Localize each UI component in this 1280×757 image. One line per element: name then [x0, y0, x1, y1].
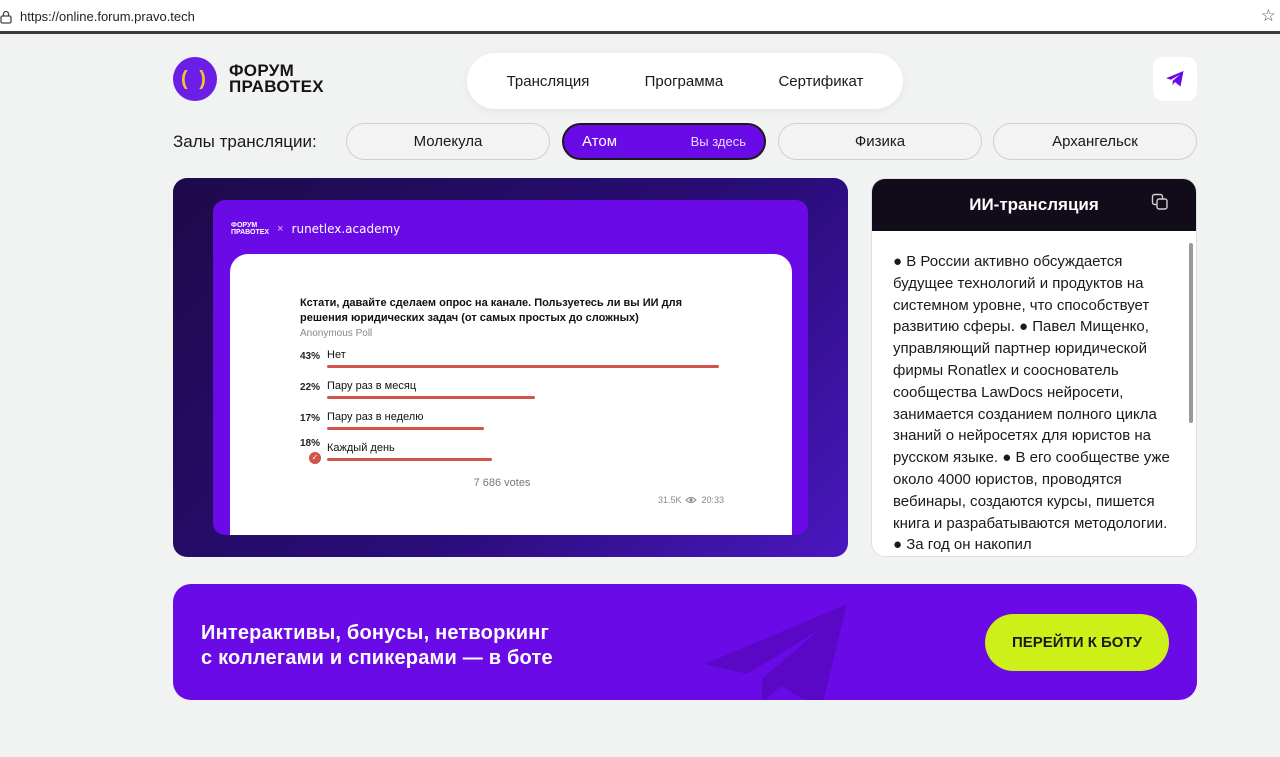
poll-option-bar: [327, 396, 535, 399]
hall-tab-label: Физика: [854, 133, 906, 150]
poll-option: 18% Каждый день ✓: [300, 438, 724, 469]
nav-item-program[interactable]: Программа: [645, 73, 724, 90]
hall-tab-label: Атом: [582, 133, 618, 150]
poll-votes: 7 686 votes: [473, 477, 531, 489]
poll-option-label: Каждый день: [327, 442, 395, 454]
poll-option-percent: 22%: [300, 382, 321, 393]
video-player[interactable]: ФОРУМ ПРАВОТЕХ × runetlex.academy Кстати…: [173, 178, 848, 557]
ai-transcript-text: ● В России активно обсуждается будущее т…: [893, 253, 1170, 554]
halls-label: Залы трансляции:: [173, 132, 317, 151]
main-nav: Трансляция Программа Сертификат: [467, 53, 903, 109]
slide-separator: ×: [277, 223, 284, 235]
poll-option-bar: [327, 427, 484, 430]
hall-tab-atom[interactable]: Атом Вы здесь: [562, 123, 766, 160]
poll-option-percent: 17%: [300, 413, 321, 424]
hall-tab-molecule[interactable]: Молекула: [346, 123, 550, 160]
poll: Кстати, давайте сделаем опрос на канале.…: [300, 296, 724, 505]
slide-logo-line2: ПРАВОТЕХ: [231, 229, 270, 236]
poll-meta: 31.5K 20:33: [658, 495, 724, 505]
ai-transcript-panel: ИИ-трансляция ● В России активно обсужда…: [871, 178, 1197, 557]
address-url[interactable]: https://online.forum.pravo.tech: [20, 9, 195, 24]
slide-header: ФОРУМ ПРАВОТЕХ × runetlex.academy: [231, 222, 400, 236]
poll-option-label: Пару раз в неделю: [327, 411, 424, 423]
poll-option: 17% Пару раз в неделю: [300, 407, 724, 438]
logo-line2: ПРАВОТЕХ: [229, 77, 324, 96]
nav-item-broadcast[interactable]: Трансляция: [507, 73, 590, 90]
poll-screenshot: Кстати, давайте сделаем опрос на канале.…: [230, 254, 792, 535]
hall-tab-physics[interactable]: Физика: [778, 123, 982, 160]
bookmark-star-icon[interactable]: ☆: [1261, 6, 1276, 26]
poll-option-label: Нет: [327, 349, 346, 361]
telegram-button[interactable]: [1153, 57, 1197, 101]
poll-option: 22% Пару раз в месяц: [300, 376, 724, 407]
slide-forum-logo: ФОРУМ ПРАВОТЕХ: [231, 222, 269, 236]
banner-line2: с коллегами и спикерами — в боте: [201, 647, 553, 669]
browser-address-bar: https://online.forum.pravo.tech ☆: [0, 0, 1280, 34]
poll-option-percent: 18%: [300, 438, 321, 449]
poll-option: 43% Нет: [300, 345, 724, 376]
poll-choice-check-icon: ✓: [309, 452, 321, 464]
logo-mark: ( ): [173, 57, 217, 101]
bot-promo-banner: Интерактивы, бонусы, нетворкинг с коллег…: [173, 584, 1197, 700]
logo-wordmark: ФОРУМ ПРАВОТЕХ: [229, 62, 324, 96]
poll-option-percent: 43%: [300, 351, 321, 362]
poll-options: 43% Нет 22% Пару раз в месяц 17% Пару раз в н…: [300, 345, 724, 469]
poll-question: Кстати, давайте сделаем опрос на канале.…: [300, 297, 683, 324]
poll-type: Anonymous Poll: [300, 328, 373, 339]
site-info-icon[interactable]: [0, 10, 12, 24]
telegram-plane-decoration-icon: [705, 604, 847, 700]
hall-tab-label: Молекула: [413, 133, 483, 150]
ai-transcript-title: ИИ-трансляция: [969, 195, 1099, 214]
eye-icon: [685, 497, 698, 503]
slide-logo-line1: ФОРУМ: [231, 222, 258, 229]
copy-icon[interactable]: [1150, 192, 1170, 212]
ai-transcript-header: ИИ-трансляция: [872, 179, 1196, 231]
poll-option-label: Пару раз в месяц: [327, 380, 417, 392]
telegram-icon: [1166, 71, 1184, 87]
hall-tab-arkhangelsk[interactable]: Архангельск: [993, 123, 1197, 160]
poll-time: 20:33: [701, 495, 724, 505]
poll-option-bar: [327, 458, 492, 461]
go-to-bot-button[interactable]: ПЕРЕЙТИ К БОТУ: [985, 614, 1169, 671]
banner-line1: Интерактивы, бонусы, нетворкинг: [201, 622, 550, 644]
nav-item-certificate[interactable]: Сертификат: [778, 73, 863, 90]
banner-text: Интерактивы, бонусы, нетворкинг с коллег…: [201, 621, 553, 671]
presentation-slide: ФОРУМ ПРАВОТЕХ × runetlex.academy Кстати…: [213, 200, 808, 535]
poll-option-bar: [327, 365, 719, 368]
poll-views: 31.5K: [657, 495, 682, 505]
ai-transcript-scroll-thumb[interactable]: [1189, 243, 1193, 423]
slide-partner-logo: runetlex.academy: [291, 222, 401, 236]
forum-logo[interactable]: ( ) ФОРУМ ПРАВОТЕХ: [173, 57, 324, 101]
current-hall-badge: Вы здесь: [690, 134, 746, 149]
hall-tab-label: Архангельск: [1052, 133, 1138, 150]
